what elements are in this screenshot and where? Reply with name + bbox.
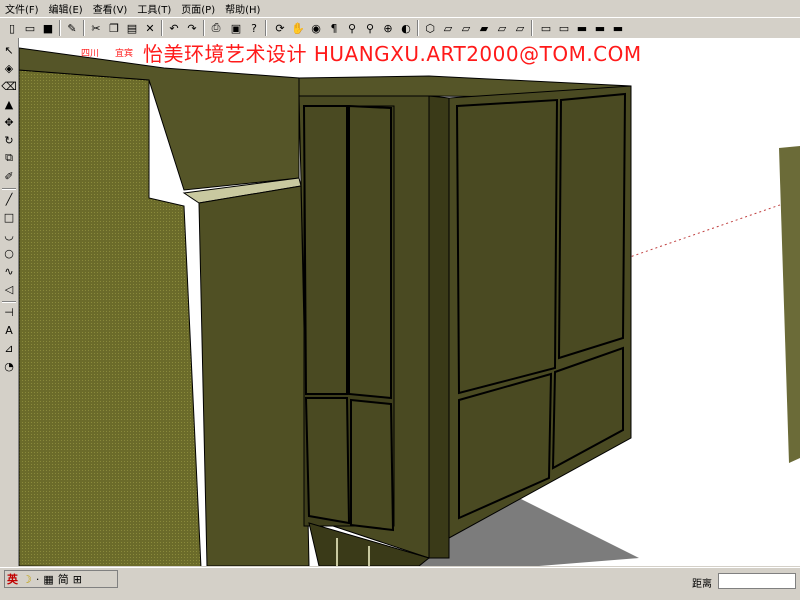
keyboard-icon[interactable]: ▦ bbox=[41, 573, 55, 586]
polygon-icon[interactable]: ◁ bbox=[1, 281, 17, 297]
punctuation-icon[interactable]: · bbox=[34, 573, 42, 586]
panel-left-bottom-b bbox=[350, 398, 395, 532]
cut-icon[interactable]: ✂ bbox=[88, 20, 104, 36]
push-pull-icon[interactable]: ▲ bbox=[1, 96, 17, 112]
panel-left-top-b bbox=[348, 104, 392, 400]
model-scene bbox=[19, 47, 800, 566]
menu-edit[interactable]: 编辑(E) bbox=[44, 1, 88, 16]
menu-help[interactable]: 帮助(H) bbox=[220, 1, 265, 16]
rotate-icon[interactable]: ↻ bbox=[1, 132, 17, 148]
watermark-location-2: 宜宾 bbox=[115, 49, 134, 59]
panel-right-top-a bbox=[455, 98, 559, 395]
right-wall-edge bbox=[779, 146, 800, 463]
xray-icon[interactable]: ▬ bbox=[610, 20, 626, 36]
orbit-icon[interactable]: ⟳ bbox=[272, 20, 288, 36]
iso-view-icon[interactable]: ⬡ bbox=[422, 20, 438, 36]
paint-icon[interactable]: ✎ bbox=[64, 20, 80, 36]
distance-input[interactable] bbox=[718, 573, 796, 589]
watermark-text: 怡美环境艺术设计 HUANGXU.ART2000@TOM.COM bbox=[143, 42, 642, 66]
menu-bar: 文件(F) 编辑(E) 查看(V) 工具(T) 页面(P) 帮助(H) bbox=[0, 0, 800, 17]
menu-page[interactable]: 页面(P) bbox=[176, 1, 220, 16]
freehand-icon[interactable]: ∿ bbox=[1, 263, 17, 279]
redo-icon[interactable]: ↷ bbox=[184, 20, 200, 36]
select-icon[interactable]: ↖ bbox=[1, 42, 17, 58]
eraser-icon[interactable]: ⌫ bbox=[1, 78, 17, 94]
save-icon[interactable]: ■ bbox=[40, 20, 56, 36]
offset-icon[interactable]: ✐ bbox=[1, 168, 17, 184]
open-file-icon[interactable]: ▭ bbox=[22, 20, 38, 36]
shaded-texture-icon[interactable]: ▬ bbox=[592, 20, 608, 36]
wall-side-face bbox=[198, 185, 310, 566]
ime-mode[interactable]: 英 bbox=[5, 571, 20, 587]
tape-measure-icon[interactable]: ⊣ bbox=[1, 304, 17, 320]
hidden-line-icon[interactable]: ▭ bbox=[556, 20, 572, 36]
undo-icon[interactable]: ↶ bbox=[166, 20, 182, 36]
menu-tools[interactable]: 工具(T) bbox=[132, 1, 176, 16]
print-icon[interactable]: ⎙ bbox=[208, 20, 224, 36]
status-bar: 英 ☽ · ▦ 简 ⊞ 距离 bbox=[0, 567, 800, 600]
drawing-toolbar: ↖ ◈ ⌫ ▲ ✥ ↻ ⧉ ✐ ╱ □ ◡ ○ ∿ ◁ ⊣ A ⊿ ◔ bbox=[0, 38, 19, 566]
zoom-window-icon[interactable]: ⚲ bbox=[362, 20, 378, 36]
moon-icon[interactable]: ☽ bbox=[20, 573, 34, 586]
red-axis-line bbox=[626, 197, 800, 259]
whats-this-icon[interactable]: ? bbox=[246, 20, 262, 36]
panel-right-bottom-a bbox=[458, 372, 553, 520]
distance-label: 距离 bbox=[692, 579, 712, 590]
dimension-icon[interactable]: ⊿ bbox=[1, 340, 17, 356]
back-view-icon[interactable]: ▱ bbox=[494, 20, 510, 36]
ime-toolbar[interactable]: 英 ☽ · ▦ 简 ⊞ bbox=[4, 570, 118, 588]
menu-file[interactable]: 文件(F) bbox=[0, 1, 44, 16]
previous-view-icon[interactable]: ◐ bbox=[398, 20, 414, 36]
zoom-icon[interactable]: ⚲ bbox=[344, 20, 360, 36]
ime-simplified[interactable]: 简 bbox=[56, 571, 71, 587]
wireframe-icon[interactable]: ▭ bbox=[538, 20, 554, 36]
menu-view[interactable]: 查看(V) bbox=[88, 1, 133, 16]
walk-icon[interactable]: ◉ bbox=[308, 20, 324, 36]
circle-icon[interactable]: ○ bbox=[1, 245, 17, 261]
paint-bucket-icon[interactable]: ◈ bbox=[1, 60, 17, 76]
model-info-icon[interactable]: ▣ bbox=[228, 20, 244, 36]
move-icon[interactable]: ✥ bbox=[1, 114, 17, 130]
line-icon[interactable]: ╱ bbox=[1, 191, 17, 207]
protractor-icon[interactable]: ◔ bbox=[1, 358, 17, 374]
panel-left-bottom-a bbox=[304, 397, 351, 525]
front-view-icon[interactable]: ▱ bbox=[458, 20, 474, 36]
pan-icon[interactable]: ✋ bbox=[290, 20, 306, 36]
cabinet-pillar bbox=[428, 95, 450, 559]
delete-icon[interactable]: ✕ bbox=[142, 20, 158, 36]
3d-viewport[interactable]: 四川 宜宾 怡美环境艺术设计 HUANGXU.ART2000@TOM.COM bbox=[19, 38, 800, 566]
right-view-icon[interactable]: ▰ bbox=[476, 20, 492, 36]
panel-left-top-a bbox=[302, 105, 348, 395]
new-file-icon[interactable]: ▯ bbox=[4, 20, 20, 36]
shaded-icon[interactable]: ▬ bbox=[574, 20, 590, 36]
main-toolbar: ▯ ▭ ■ ✎ ✂ ❐ ▤ ✕ ↶ ↷ ⎙ ▣ ? ⟳ ✋ ◉ ¶ ⚲ ⚲ ⊕ … bbox=[0, 17, 800, 39]
panel-right-top-b bbox=[557, 92, 627, 360]
rectangle-icon[interactable]: □ bbox=[1, 209, 17, 225]
ime-extra-icon[interactable]: ⊞ bbox=[71, 573, 84, 586]
arc-icon[interactable]: ◡ bbox=[1, 227, 17, 243]
look-around-icon[interactable]: ¶ bbox=[326, 20, 342, 36]
top-view-icon[interactable]: ▱ bbox=[440, 20, 456, 36]
left-view-icon[interactable]: ▱ bbox=[512, 20, 528, 36]
paste-icon[interactable]: ▤ bbox=[124, 20, 140, 36]
scale-icon[interactable]: ⧉ bbox=[1, 150, 17, 166]
text-icon[interactable]: A bbox=[1, 322, 17, 338]
copy-icon[interactable]: ❐ bbox=[106, 20, 122, 36]
zoom-extents-icon[interactable]: ⊕ bbox=[380, 20, 396, 36]
watermark-location-1: 四川 bbox=[81, 49, 100, 59]
